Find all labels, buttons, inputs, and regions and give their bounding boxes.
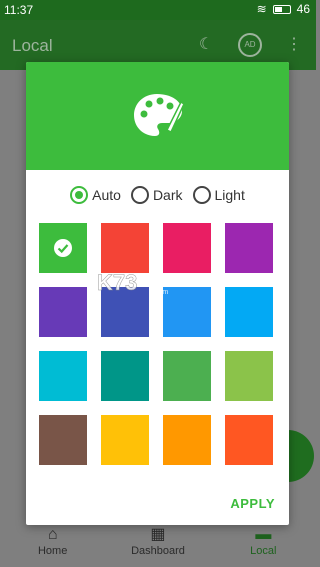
home-icon: ⌂: [47, 526, 58, 543]
dialog-header: [26, 62, 289, 170]
color-swatch[interactable]: [39, 223, 87, 273]
mode-option-light[interactable]: Light: [192, 186, 245, 204]
color-swatch[interactable]: [225, 351, 273, 401]
night-mode-icon[interactable]: ☾: [194, 33, 218, 57]
mode-option-dark[interactable]: Dark: [130, 186, 183, 204]
theme-mode-selector: Auto Dark Light: [26, 186, 289, 204]
app-bar-actions: ☾ AD ⋮: [194, 33, 306, 57]
wifi-icon: ≋: [256, 2, 267, 16]
radio-dark[interactable]: [130, 186, 149, 204]
radio-auto[interactable]: [70, 186, 89, 204]
folder-icon: ▬: [255, 526, 272, 543]
color-swatch[interactable]: [39, 287, 87, 337]
mode-option-auto[interactable]: Auto: [70, 186, 121, 204]
more-options-icon[interactable]: ⋮: [282, 33, 306, 57]
color-swatch[interactable]: [39, 415, 87, 465]
color-swatch[interactable]: [163, 223, 211, 273]
color-swatch-grid: [39, 223, 273, 465]
nav-label-local: Local: [250, 545, 277, 557]
color-swatch[interactable]: [101, 351, 149, 401]
battery-level: 46: [296, 2, 310, 16]
palette-icon: [134, 94, 185, 136]
color-swatch[interactable]: [39, 351, 87, 401]
mode-label-dark: Dark: [152, 187, 183, 203]
color-swatch[interactable]: [101, 415, 149, 465]
svg-text:游戏之家: 游戏之家: [153, 272, 197, 286]
mode-label-light: Light: [214, 187, 245, 203]
app-title: Local: [12, 36, 53, 55]
color-swatch[interactable]: [225, 287, 273, 337]
status-time: 11:37: [4, 3, 34, 17]
color-swatch[interactable]: [163, 351, 211, 401]
radio-light[interactable]: [192, 186, 211, 204]
nav-label-home: Home: [37, 545, 68, 557]
color-swatch[interactable]: [163, 415, 211, 465]
svg-text:.com: .com: [153, 289, 168, 296]
apply-button[interactable]: APPLY: [230, 496, 275, 511]
check-icon: [54, 239, 72, 257]
color-swatch[interactable]: [225, 223, 273, 273]
color-swatch[interactable]: [101, 223, 149, 273]
ad-block-icon[interactable]: AD: [238, 33, 262, 57]
mode-label-auto: Auto: [92, 187, 121, 203]
status-bar: 11:37 ≋ 46: [0, 0, 316, 20]
nav-label-dashboard: Dashboard: [131, 545, 185, 557]
svg-text:K73: K73: [97, 270, 137, 295]
dashboard-icon: ▦: [150, 526, 166, 543]
status-icons: ≋ 46: [257, 2, 310, 16]
k73-watermark-logo: K73 游戏之家 .com: [97, 270, 197, 296]
battery-icon: [272, 4, 291, 14]
color-swatch[interactable]: [225, 415, 273, 465]
